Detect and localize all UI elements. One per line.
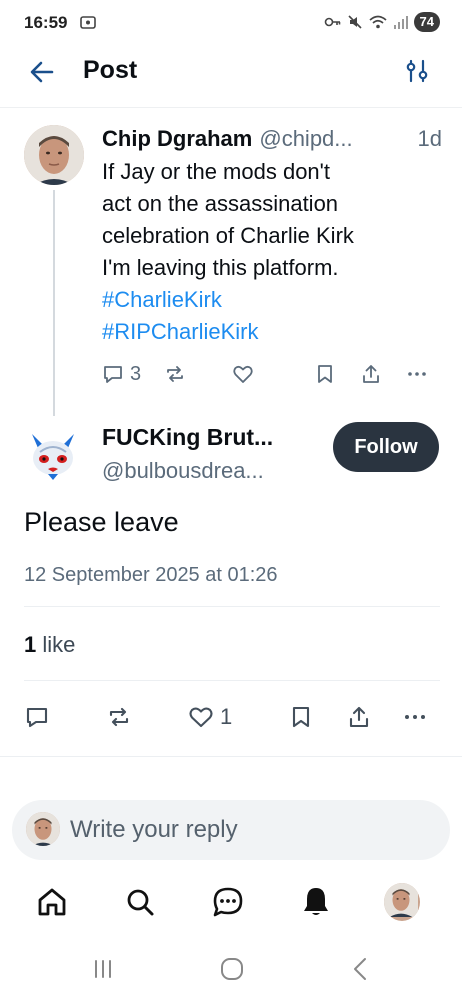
back-chevron-icon[interactable] <box>346 954 376 984</box>
hashtag-link[interactable]: #RIPCharlieKirk <box>102 316 442 348</box>
page-title: Post <box>83 56 138 84</box>
divider <box>24 606 440 607</box>
thread-line <box>53 190 55 416</box>
share-button[interactable] <box>360 360 382 388</box>
key-icon <box>324 17 340 27</box>
reply-button[interactable] <box>24 700 50 734</box>
more-icon <box>408 372 426 376</box>
author-name[interactable]: FUCKing Brut... <box>102 424 273 451</box>
system-navigation-bar <box>0 940 462 1000</box>
home-circle-icon[interactable] <box>217 954 247 984</box>
reply-icon <box>104 366 122 383</box>
avatar-face-icon <box>26 812 60 846</box>
repost-icon <box>167 366 183 382</box>
like-icon <box>233 365 253 383</box>
status-time: 16:59 <box>24 13 68 32</box>
nav-profile[interactable] <box>384 883 420 921</box>
reply-count: 3 <box>130 362 142 385</box>
bottom-navigation <box>0 870 462 936</box>
recents-icon[interactable] <box>88 954 118 984</box>
author-name[interactable]: Chip Dgraham <box>102 126 252 152</box>
post-timestamp: 12 September 2025 at 01:26 <box>24 564 278 586</box>
author-handle[interactable]: @bulbousdrea... <box>102 458 264 484</box>
like-icon <box>189 707 213 728</box>
post-text-line: If Jay or the mods don't <box>102 159 330 184</box>
reply-author-row: FUCKing Brut... @bulbousdrea... Follow <box>0 418 462 498</box>
bookmark-button[interactable] <box>288 700 314 734</box>
top-app-bar: Post <box>0 46 462 108</box>
author-handle[interactable]: @chipd... <box>259 126 352 152</box>
reply-input[interactable]: Write your reply <box>70 816 238 844</box>
avatar[interactable] <box>22 422 84 484</box>
divider <box>0 756 462 757</box>
status-icons: 74 <box>324 12 440 32</box>
chat-icon <box>213 887 243 917</box>
avatar[interactable] <box>24 125 84 185</box>
bookmark-icon <box>292 706 310 728</box>
more-button[interactable] <box>402 700 428 734</box>
wifi-icon <box>368 15 387 29</box>
reply-button[interactable]: 3 <box>102 360 141 388</box>
profile-avatar <box>384 883 420 921</box>
share-icon <box>363 365 379 383</box>
arrow-left-icon[interactable] <box>28 58 56 86</box>
signal-icon <box>393 16 408 29</box>
nav-notifications[interactable] <box>298 884 334 920</box>
avatar-face-icon <box>384 883 418 917</box>
bookmark-icon <box>318 365 332 383</box>
bookmark-button[interactable] <box>314 360 336 388</box>
likes-count: 1 <box>24 632 37 657</box>
home-icon <box>38 888 66 916</box>
post-text-line: act on the assassination <box>102 191 339 216</box>
nav-search[interactable] <box>122 884 158 920</box>
parent-post-body: Chip Dgraham @chipd... 1d If Jay or the … <box>102 126 442 348</box>
divider <box>24 680 440 681</box>
nav-chat[interactable] <box>210 884 246 920</box>
share-button[interactable] <box>346 700 372 734</box>
more-button[interactable] <box>406 360 428 388</box>
notifications-icon <box>304 888 328 915</box>
share-icon <box>349 706 369 728</box>
like-button[interactable] <box>232 360 254 388</box>
repost-button[interactable] <box>106 700 132 734</box>
post-actions: 1 <box>0 700 462 736</box>
post-text-line: celebration of Charlie Kirk <box>102 223 354 248</box>
creature-avatar-icon <box>22 422 84 484</box>
sliders-icon[interactable] <box>404 58 430 84</box>
likes-summary[interactable]: 1 like <box>24 632 75 658</box>
mute-icon <box>347 15 362 29</box>
likes-word: like <box>42 632 76 657</box>
avatar <box>26 812 60 846</box>
like-button[interactable]: 1 <box>188 700 232 734</box>
parent-post[interactable]: Chip Dgraham @chipd... 1d If Jay or the … <box>0 108 462 416</box>
battery-icon: 74 <box>413 12 440 32</box>
repost-icon <box>109 707 129 727</box>
reply-composer[interactable]: Write your reply <box>12 800 450 860</box>
post-meta: Chip Dgraham @chipd... 1d <box>102 126 442 152</box>
post-text-line: I'm leaving this platform. <box>102 255 339 280</box>
reply-icon <box>26 707 48 728</box>
post-text: If Jay or the mods don't act on the assa… <box>102 156 442 348</box>
main-post-text: Please leave <box>24 507 179 537</box>
status-bar: 16:59 74 <box>0 0 462 46</box>
screenshot-icon <box>80 16 96 29</box>
more-icon <box>405 715 425 719</box>
repost-button[interactable] <box>164 360 186 388</box>
post-time: 1d <box>417 126 442 151</box>
avatar-face-icon <box>24 125 84 185</box>
like-count: 1 <box>220 704 233 729</box>
follow-button[interactable]: Follow <box>333 422 439 472</box>
search-icon <box>127 889 154 916</box>
nav-home[interactable] <box>34 884 70 920</box>
parent-post-actions: 3 <box>102 360 442 390</box>
hashtag-link[interactable]: #CharlieKirk <box>102 284 442 316</box>
